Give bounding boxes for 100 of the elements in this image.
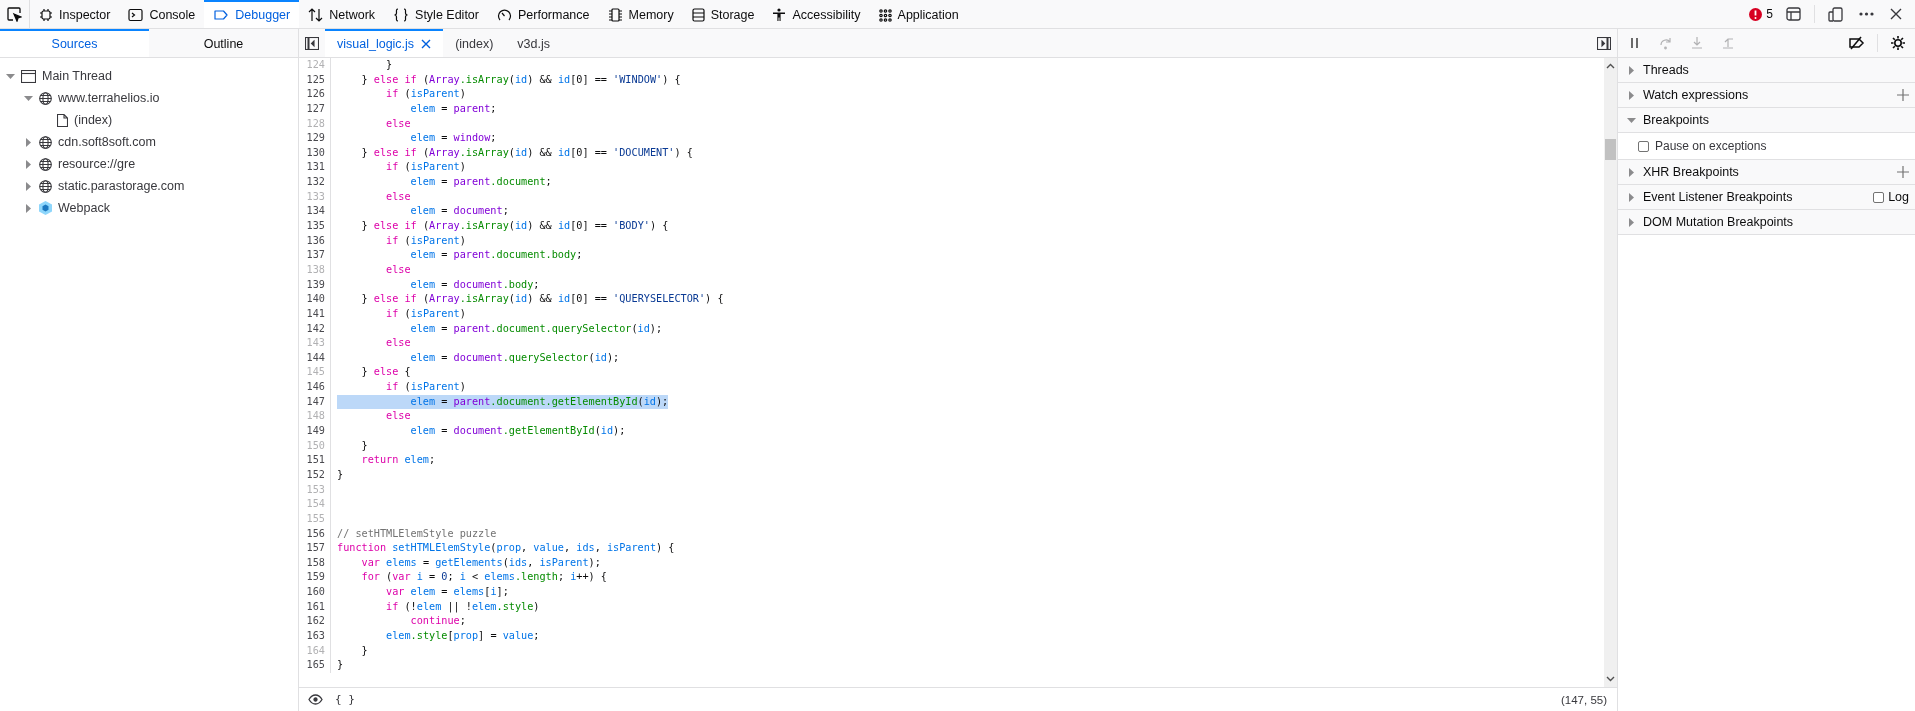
expand-arrow-icon[interactable] — [1627, 192, 1636, 202]
section-row[interactable]: Breakpoints — [1618, 108, 1915, 133]
line-number[interactable]: 142 — [299, 321, 331, 337]
section-row[interactable]: DOM Mutation Breakpoints — [1618, 210, 1915, 235]
expand-arrow-icon[interactable] — [1627, 90, 1636, 100]
crossed-tag-icon[interactable] — [1848, 36, 1865, 50]
file-tab[interactable]: visual_logic.js — [325, 29, 444, 57]
line-number[interactable]: 127 — [299, 101, 331, 117]
section-header[interactable]: Event Listener Breakpoints — [1643, 190, 1793, 204]
file-tab[interactable]: v3d.js — [505, 29, 562, 57]
source-tree-item[interactable]: Main Thread — [42, 69, 112, 83]
file-tab[interactable]: (index) — [443, 29, 506, 57]
line-number[interactable]: 125 — [299, 72, 331, 88]
log-label[interactable]: Log — [1888, 190, 1909, 204]
line-number[interactable]: 132 — [299, 175, 331, 190]
collapse-arrow-icon[interactable] — [24, 93, 33, 103]
more-icon[interactable] — [1859, 12, 1874, 16]
sidebar-toggle-icon[interactable] — [305, 36, 319, 50]
collapse-arrow-icon[interactable] — [1627, 115, 1636, 125]
section-header[interactable]: XHR Breakpoints — [1643, 165, 1739, 179]
devtools-tab[interactable]: Style Editor — [384, 0, 488, 28]
close-icon[interactable] — [1890, 8, 1902, 20]
line-number[interactable]: 158 — [299, 555, 331, 571]
checkbox[interactable] — [1873, 191, 1885, 203]
scrollbar[interactable] — [1604, 58, 1617, 687]
section-row[interactable]: Watch expressions — [1618, 83, 1915, 108]
sidebar-tab[interactable]: Outline — [149, 29, 298, 57]
line-number[interactable]: 163 — [299, 629, 331, 644]
devtools-tab[interactable]: Debugger — [204, 0, 300, 28]
error-count[interactable]: 5 — [1766, 7, 1773, 21]
layout-icon[interactable] — [1786, 7, 1801, 21]
devtools-tab[interactable]: Network — [299, 0, 385, 28]
expand-arrow-icon[interactable] — [1627, 167, 1636, 177]
line-number[interactable]: 149 — [299, 424, 331, 439]
section-header[interactable]: Watch expressions — [1643, 88, 1749, 102]
close-icon[interactable] — [421, 39, 432, 49]
scrollbar-thumb[interactable] — [1605, 139, 1616, 160]
add-icon[interactable] — [1897, 166, 1909, 178]
element-picker-icon[interactable] — [7, 6, 22, 22]
line-number[interactable]: 147 — [299, 394, 331, 410]
checkbox[interactable] — [1638, 140, 1649, 152]
line-number[interactable]: 141 — [299, 306, 331, 322]
line-number[interactable]: 126 — [299, 87, 331, 102]
line-number[interactable]: 159 — [299, 570, 331, 586]
section-header[interactable]: Threads — [1643, 63, 1689, 77]
source-tree-item[interactable]: Webpack — [58, 201, 110, 215]
line-number[interactable]: 131 — [299, 160, 331, 176]
source-tree-item[interactable]: www.terrahelios.io — [58, 91, 160, 105]
scroll-down-icon[interactable] — [1606, 676, 1615, 682]
code-line: } — [385, 58, 393, 72]
expand-arrow-icon[interactable] — [24, 181, 33, 191]
line-number[interactable]: 156 — [299, 526, 331, 542]
expand-arrow-icon[interactable] — [24, 137, 33, 147]
devtools-tab[interactable]: Application — [869, 0, 968, 28]
section-row[interactable]: Threads — [1618, 58, 1915, 83]
line-number[interactable]: 161 — [299, 599, 331, 615]
source-tree-item[interactable]: cdn.soft8soft.com — [58, 135, 156, 149]
section-row[interactable]: Event Listener Breakpoints Log — [1618, 185, 1915, 210]
line-number[interactable]: 137 — [299, 248, 331, 263]
expand-arrow-icon[interactable] — [24, 159, 33, 169]
line-number[interactable]: 134 — [299, 204, 331, 220]
source-tree-item[interactable]: resource://gre — [58, 157, 136, 171]
devtools-tab[interactable]: Console — [119, 0, 205, 28]
source-tree-item[interactable]: static.parastorage.com — [58, 179, 185, 193]
line-number[interactable]: 146 — [299, 380, 331, 395]
line-number[interactable]: 135 — [299, 219, 331, 234]
line-number[interactable]: 144 — [299, 350, 331, 366]
line-number[interactable]: 129 — [299, 131, 331, 146]
expand-arrow-icon[interactable] — [24, 203, 33, 213]
devtools-tab[interactable]: Inspector — [30, 0, 120, 28]
line-number[interactable]: 162 — [299, 614, 331, 629]
add-icon[interactable] — [1897, 89, 1909, 101]
section-header[interactable]: DOM Mutation Breakpoints — [1643, 215, 1794, 229]
section-row[interactable]: XHR Breakpoints — [1618, 160, 1915, 185]
source-tree-item[interactable]: (index) — [74, 113, 113, 127]
responsive-mode-icon[interactable] — [1828, 6, 1843, 22]
sidebar-tab[interactable]: Sources — [0, 29, 149, 57]
pretty-print-button[interactable]: { } — [332, 693, 358, 706]
scroll-up-icon[interactable] — [1606, 63, 1615, 69]
expand-arrow-icon[interactable] — [1627, 217, 1636, 227]
devtools-tab[interactable]: Performance — [487, 0, 599, 28]
line-number[interactable]: 136 — [299, 233, 331, 249]
line-number[interactable]: 151 — [299, 453, 331, 468]
line-number[interactable]: 130 — [299, 145, 331, 161]
section-header[interactable]: Breakpoints — [1643, 113, 1709, 127]
devtools-tab[interactable]: Accessibility — [763, 0, 870, 28]
collapse-arrow-icon[interactable] — [6, 71, 15, 81]
line-number[interactable]: 160 — [299, 585, 331, 600]
checkbox-label[interactable]: Pause on exceptions — [1655, 139, 1767, 153]
expand-arrow-icon[interactable] — [1627, 65, 1636, 75]
devtools-tab[interactable]: Memory — [598, 0, 683, 28]
settings-icon[interactable] — [1890, 35, 1906, 51]
line-number[interactable]: 140 — [299, 292, 331, 307]
line-number[interactable]: 165 — [299, 658, 331, 673]
line-number[interactable]: 152 — [299, 467, 331, 483]
line-number[interactable]: 139 — [299, 277, 331, 293]
eye-icon[interactable] — [308, 694, 323, 705]
devtools-tab[interactable]: Storage — [682, 0, 764, 28]
line-number[interactable]: 157 — [299, 541, 331, 556]
panel-toggle-icon[interactable] — [1597, 36, 1611, 50]
